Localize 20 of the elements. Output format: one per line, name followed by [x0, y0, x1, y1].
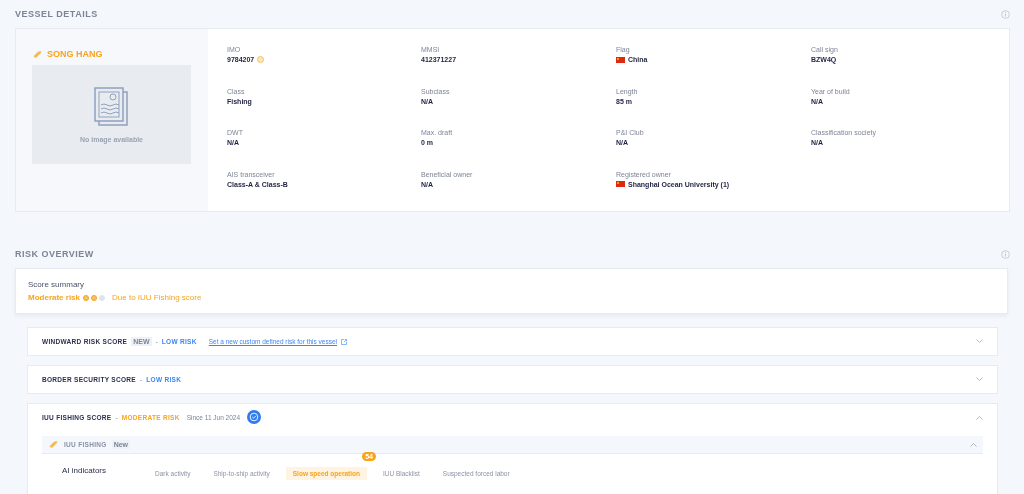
risk-reason: Due to IUU Fishing score	[112, 293, 202, 302]
info-icon[interactable]	[1001, 249, 1010, 259]
collapse-chevron-icon[interactable]	[970, 442, 977, 447]
expand-chevron-icon[interactable]	[976, 339, 983, 344]
external-link-icon[interactable]	[341, 338, 347, 345]
expand-chevron-icon[interactable]	[976, 377, 983, 382]
photo-icon	[92, 86, 131, 128]
risk-level: Moderate risk	[28, 293, 81, 302]
summary-label: Score summary	[28, 280, 85, 289]
flag-icon	[616, 56, 625, 63]
ship-icon	[32, 49, 43, 59]
vessel-name: SONG HANG	[47, 49, 103, 59]
flag-icon	[616, 181, 625, 187]
status-icon	[257, 56, 265, 63]
info-icon[interactable]	[1001, 9, 1010, 19]
collapse-chevron-icon[interactable]	[976, 414, 983, 420]
indicators-label: AI indicators	[62, 466, 108, 475]
section-title: RISK OVERVIEW	[15, 249, 94, 259]
section-title: VESSEL DETAILS	[15, 9, 98, 19]
ship-icon	[48, 440, 59, 449]
